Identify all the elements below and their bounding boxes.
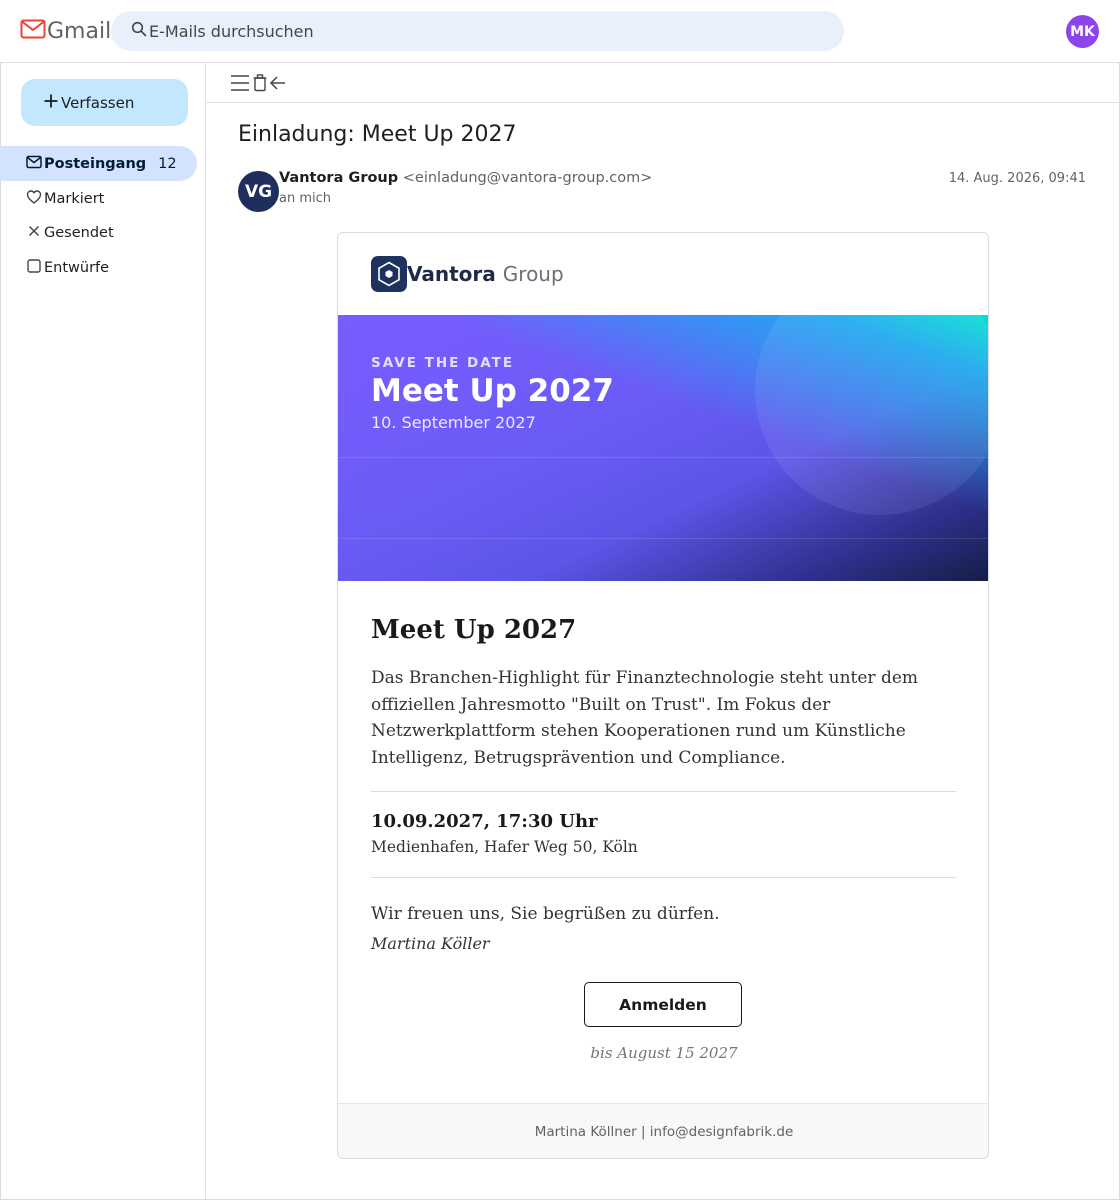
sidebar-item-label: Posteingang bbox=[44, 155, 147, 172]
hero-line bbox=[338, 457, 988, 458]
email-body-card: Vantora Group SAVE THE DATE Meet Up 2027… bbox=[337, 232, 989, 1159]
sidebar-item-sent[interactable]: Gesendet bbox=[0, 215, 197, 250]
hero-line bbox=[338, 538, 988, 539]
sender-email: <einladung@vantora-group.com> bbox=[402, 170, 653, 186]
hexagon-logo-icon bbox=[371, 256, 407, 292]
hero-title: Meet Up 2027 bbox=[371, 373, 614, 409]
message-date: 14. Aug. 2026, 09:41 bbox=[948, 171, 1086, 186]
message-subject: Einladung: Meet Up 2027 bbox=[238, 122, 517, 147]
top-bar: Gmail E-Mails durchsuchen MK bbox=[0, 0, 1120, 63]
sender-name[interactable]: Vantora Group bbox=[279, 170, 398, 186]
sidebar-item-starred[interactable]: Markiert bbox=[0, 181, 197, 216]
search-input[interactable]: E-Mails durchsuchen bbox=[149, 22, 314, 41]
greeting: Wir freuen uns, Sie begrüßen zu dürfen. bbox=[371, 904, 720, 924]
brand-name: Vantora bbox=[407, 262, 496, 286]
hero-banner: SAVE THE DATE Meet Up 2027 10. September… bbox=[338, 315, 988, 581]
sender-line: Vantora Group <einladung@vantora-group.c… bbox=[279, 170, 652, 186]
star-icon bbox=[26, 189, 42, 209]
recipient-line[interactable]: an mich bbox=[279, 191, 331, 206]
register-button[interactable]: Anmelden bbox=[584, 982, 742, 1027]
drafts-icon bbox=[26, 258, 42, 278]
event-location: Medienhafen, Hafer Weg 50, Köln bbox=[371, 838, 638, 856]
message-toolbar bbox=[206, 63, 1120, 103]
event-datetime: 10.09.2027, 17:30 Uhr bbox=[371, 811, 598, 832]
brand-suffix: Group bbox=[502, 262, 564, 286]
sidebar-item-label: Gesendet bbox=[44, 224, 114, 241]
gmail-logo[interactable]: Gmail bbox=[20, 18, 111, 44]
unread-count: 12 bbox=[158, 155, 177, 172]
sidebar-item-drafts[interactable]: Entwürfe bbox=[0, 250, 197, 285]
search-icon[interactable] bbox=[131, 21, 147, 41]
app-name: Gmail bbox=[47, 18, 112, 44]
hero-date: 10. September 2027 bbox=[371, 413, 536, 432]
plus-icon bbox=[43, 93, 59, 113]
divider bbox=[371, 791, 956, 792]
divider bbox=[371, 877, 956, 878]
email-footer: Martina Köllner | info@designfabrik.de bbox=[338, 1103, 988, 1158]
sender-avatar: VG bbox=[238, 171, 279, 212]
brand-header: Vantora Group bbox=[371, 256, 564, 292]
account-avatar[interactable]: MK bbox=[1066, 15, 1099, 48]
search-bar[interactable]: E-Mails durchsuchen bbox=[111, 11, 844, 51]
sidebar-item-label: Markiert bbox=[44, 190, 105, 207]
sidebar-item-inbox[interactable]: Posteingang 12 bbox=[0, 146, 197, 181]
compose-label: Verfassen bbox=[61, 93, 135, 112]
gmail-envelope-icon bbox=[20, 18, 46, 44]
signature: Martina Köller bbox=[371, 934, 490, 953]
compose-button[interactable]: Verfassen bbox=[21, 79, 188, 126]
inbox-icon bbox=[26, 155, 42, 173]
back-icon[interactable] bbox=[266, 71, 290, 95]
hero-eyebrow: SAVE THE DATE bbox=[371, 355, 515, 371]
sidebar-item-label: Entwürfe bbox=[44, 259, 110, 276]
email-title: Meet Up 2027 bbox=[371, 615, 577, 645]
email-paragraph: Das Branchen-Highlight für Finanztechnol… bbox=[371, 668, 919, 768]
sidebar: Verfassen Posteingang 12 Markiert Gesend… bbox=[0, 63, 206, 1200]
sent-icon bbox=[26, 223, 42, 243]
registration-deadline: bis August 15 2027 bbox=[590, 1044, 738, 1062]
